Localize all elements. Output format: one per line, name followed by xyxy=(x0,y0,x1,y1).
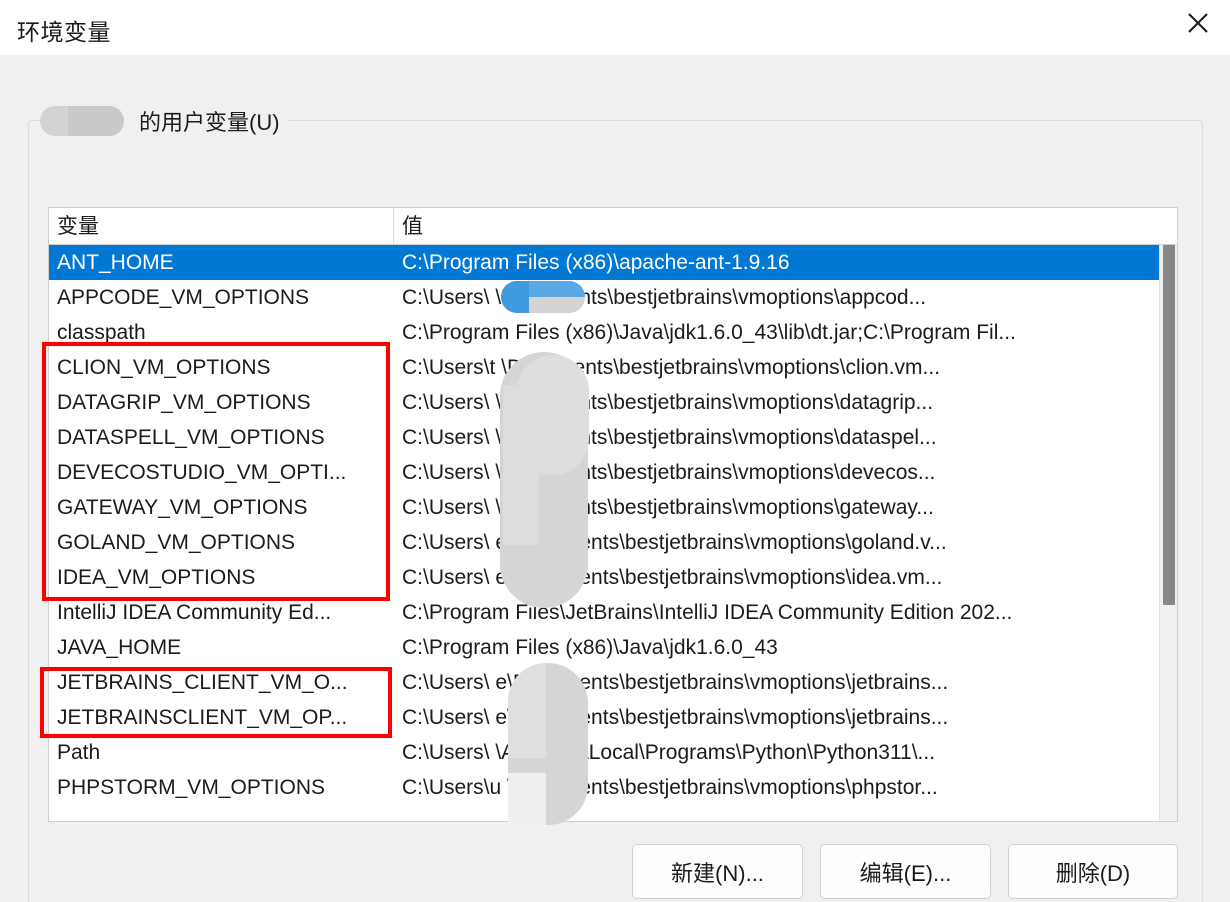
cell-variable-name: JETBRAINSCLIENT_VM_OP... xyxy=(57,706,348,729)
edit-button[interactable]: 编辑(E)... xyxy=(820,844,991,899)
delete-button[interactable]: 删除(D) xyxy=(1008,844,1178,899)
cell-variable-value: C:\Users\ \AppData\Local\Programs\Python… xyxy=(402,741,936,764)
cell-variable-value: C:\Users\ e\Documents\bestjetbrains\vmop… xyxy=(402,671,949,694)
cell-variable-value: C:\Users\t \Documents\bestjetbrains\vmop… xyxy=(402,356,941,379)
table-row[interactable]: JAVA_HOME C:\Program Files (x86)\Java\jdk… xyxy=(49,630,1159,665)
column-header-variable[interactable]: 变量 xyxy=(49,208,394,245)
table-row[interactable]: APPCODE_VM_OPTIONS C:\Users\ \Documents\b… xyxy=(49,280,1159,315)
list-rows: ANT_HOME C:\Program Files (x86)\apache-an… xyxy=(49,245,1159,821)
list-header: 变量 值 xyxy=(49,208,1177,245)
cell-variable-value: C:\Program Files (x86)\Java\jdk1.6.0_43\… xyxy=(402,321,1016,344)
table-row[interactable]: JETBRAINSCLIENT_VM_OP... C:\Users\ e\Docu… xyxy=(49,700,1159,735)
table-row[interactable]: JETBRAINS_CLIENT_VM_O... C:\Users\ e\Docu… xyxy=(49,665,1159,700)
column-header-value[interactable]: 值 xyxy=(394,208,1177,245)
table-row[interactable]: DEVECOSTUDIO_VM_OPTI... C:\Users\ \Docume… xyxy=(49,455,1159,490)
dialog-body: 的用户变量(U) 变量 值 ANT_HOME C:\Program Files (… xyxy=(0,55,1230,902)
cell-variable-name: JETBRAINS_CLIENT_VM_O... xyxy=(57,671,348,694)
cell-variable-name: IntelliJ IDEA Community Ed... xyxy=(57,601,332,624)
cell-variable-value: C:\Users\ \Documents\bestjetbrains\vmopt… xyxy=(402,461,936,484)
user-variables-list[interactable]: 变量 值 ANT_HOME C:\Program Files (x86)\apac… xyxy=(48,207,1178,822)
cell-variable-value: C:\Program Files (x86)\Java\jdk1.6.0_43 xyxy=(402,636,778,659)
cell-variable-name: JAVA_HOME xyxy=(57,636,182,659)
user-variables-legend: 的用户变量(U) xyxy=(40,103,288,139)
close-button[interactable] xyxy=(1166,0,1230,46)
table-row[interactable]: PHPSTORM_VM_OPTIONS C:\Users\u \Documents… xyxy=(49,770,1159,805)
cell-variable-name: APPCODE_VM_OPTIONS xyxy=(57,286,310,309)
cell-variable-value: C:\Users\ e\Documents\bestjetbrains\vmop… xyxy=(402,566,943,589)
environment-variables-dialog: 环境变量 的用户变量(U) 变量 值 ANT_HOME C:\Program Fi… xyxy=(0,0,1230,902)
redacted-username-blob xyxy=(40,106,124,136)
table-row[interactable]: IntelliJ IDEA Community Ed... C:\Program … xyxy=(49,595,1159,630)
table-row[interactable]: ANT_HOME C:\Program Files (x86)\apache-an… xyxy=(49,245,1159,280)
table-row[interactable]: IDEA_VM_OPTIONS C:\Users\ e\Documents\bes… xyxy=(49,560,1159,595)
cell-variable-name: DEVECOSTUDIO_VM_OPTI... xyxy=(57,461,347,484)
cell-variable-value: C:\Users\ e\Documents\bestjetbrains\vmop… xyxy=(402,706,949,729)
cell-variable-value: C:\Users\ e\Documents\bestjetbrains\vmop… xyxy=(402,531,947,554)
table-row[interactable]: DATAGRIP_VM_OPTIONS C:\Users\ \Documents\… xyxy=(49,385,1159,420)
cell-variable-name: GATEWAY_VM_OPTIONS xyxy=(57,496,308,519)
cell-variable-name: classpath xyxy=(57,321,146,344)
user-variables-legend-label: 的用户变量(U) xyxy=(139,110,280,135)
cell-variable-value: C:\Users\ \Documents\bestjetbrains\vmopt… xyxy=(402,426,937,449)
cell-variable-value: C:\Program Files (x86)\apache-ant-1.9.16 xyxy=(402,251,790,274)
user-variables-actions: 新建(N)... 编辑(E)... 删除(D) xyxy=(48,844,1178,899)
close-icon xyxy=(1185,10,1211,36)
cell-variable-value: C:\Users\ \Documents\bestjetbrains\vmopt… xyxy=(402,391,934,414)
cell-variable-name: Path xyxy=(57,741,101,764)
cell-variable-value: C:\Users\ \Documents\bestjetbrains\vmopt… xyxy=(402,286,927,309)
table-row[interactable]: classpath C:\Program Files (x86)\Java\jdk… xyxy=(49,315,1159,350)
cell-variable-name: DATAGRIP_VM_OPTIONS xyxy=(57,391,311,414)
cell-variable-name: PHPSTORM_VM_OPTIONS xyxy=(57,776,325,799)
dialog-titlebar: 环境变量 xyxy=(0,0,1230,55)
new-button[interactable]: 新建(N)... xyxy=(632,844,803,899)
cell-variable-value: C:\Users\u \Documents\bestjetbrains\vmop… xyxy=(402,776,938,799)
table-row[interactable]: GATEWAY_VM_OPTIONS C:\Users\ \Documents\b… xyxy=(49,490,1159,525)
cell-variable-name: CLION_VM_OPTIONS xyxy=(57,356,271,379)
table-row[interactable]: CLION_VM_OPTIONS C:\Users\t \Documents\be… xyxy=(49,350,1159,385)
table-row[interactable]: DATASPELL_VM_OPTIONS C:\Users\ \Documents… xyxy=(49,420,1159,455)
table-row[interactable]: GOLAND_VM_OPTIONS C:\Users\ e\Documents\b… xyxy=(49,525,1159,560)
cell-variable-name: DATASPELL_VM_OPTIONS xyxy=(57,426,325,449)
cell-variable-value: C:\Users\ \Documents\bestjetbrains\vmopt… xyxy=(402,496,934,519)
list-vertical-scrollbar[interactable] xyxy=(1159,245,1177,821)
table-row[interactable]: Path C:\Users\ \AppData\Local\Programs\Py… xyxy=(49,735,1159,770)
cell-variable-value: C:\Program Files\JetBrains\IntelliJ IDEA… xyxy=(402,601,1013,624)
scrollbar-thumb[interactable] xyxy=(1163,245,1175,605)
cell-variable-name: IDEA_VM_OPTIONS xyxy=(57,566,256,589)
cell-variable-name: ANT_HOME xyxy=(57,251,174,274)
dialog-title: 环境变量 xyxy=(17,19,111,45)
cell-variable-name: GOLAND_VM_OPTIONS xyxy=(57,531,296,554)
